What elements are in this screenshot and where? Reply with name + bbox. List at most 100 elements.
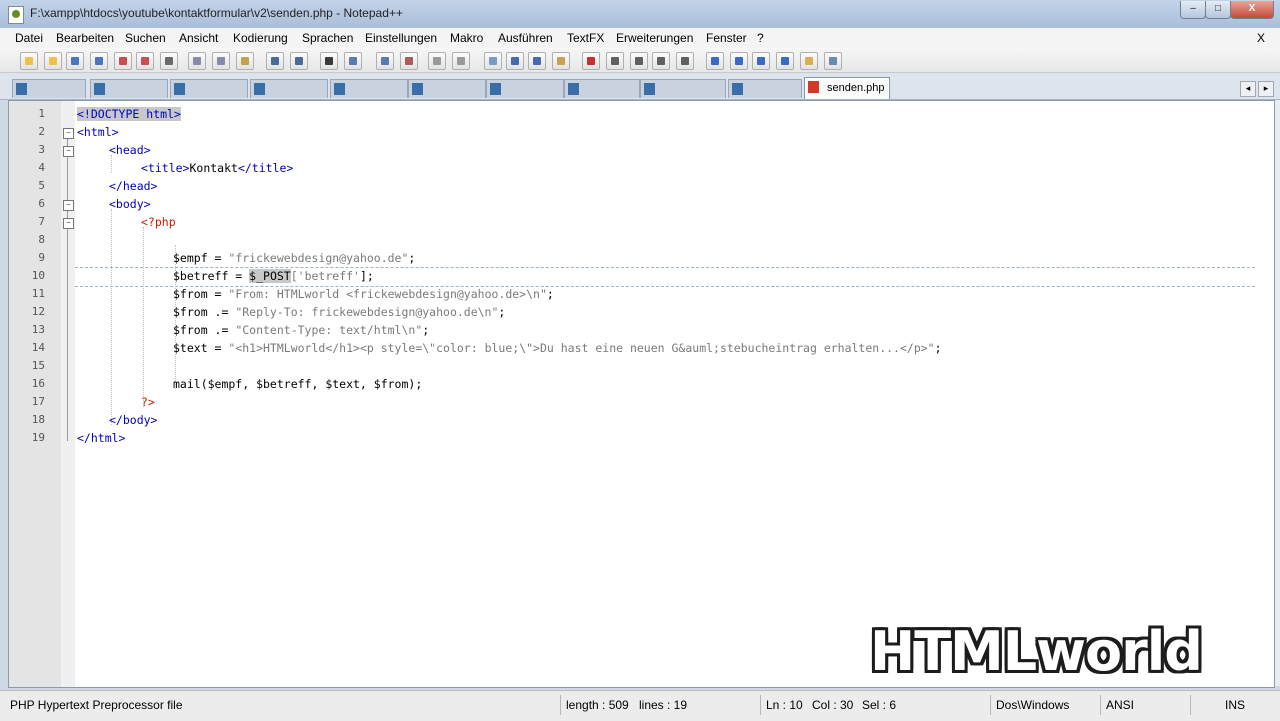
close-window-button[interactable]: X bbox=[1230, 1, 1274, 19]
fold-toggle-head[interactable]: − bbox=[63, 146, 74, 157]
tab-file-3[interactable] bbox=[170, 79, 248, 98]
user-language-icon[interactable] bbox=[552, 52, 570, 70]
line-number: 8 bbox=[38, 233, 45, 246]
line-number: 5 bbox=[38, 179, 45, 192]
fold-margin[interactable]: − − − − bbox=[61, 101, 75, 687]
code-line-14: $text = "<h1>HTMLworld</h1><p style=\"co… bbox=[173, 341, 942, 355]
tfx-icon-1[interactable] bbox=[706, 52, 724, 70]
save-all-icon[interactable] bbox=[90, 52, 108, 70]
undo-icon[interactable] bbox=[266, 52, 284, 70]
sync-horizontal-icon[interactable] bbox=[452, 52, 470, 70]
tab-senden-php[interactable]: senden.php bbox=[804, 77, 890, 99]
tab-file-2[interactable] bbox=[90, 79, 168, 98]
status-column: Col : 30 bbox=[812, 698, 854, 712]
menu-ansicht[interactable]: Ansicht bbox=[179, 31, 218, 45]
line-number-gutter: 1 2 3 4 5 6 7 8 9 10 11 12 13 14 15 16 17 18 19 bbox=[9, 101, 61, 687]
indent-guide bbox=[111, 209, 112, 425]
copy-icon[interactable] bbox=[212, 52, 230, 70]
menu-textfx[interactable]: TextFX bbox=[567, 31, 604, 45]
line-number: 6 bbox=[38, 197, 45, 210]
redo-icon[interactable] bbox=[290, 52, 308, 70]
tab-scroll-left-button[interactable]: ◂ bbox=[1240, 81, 1256, 97]
replace-icon[interactable] bbox=[344, 52, 362, 70]
menu-erweiterungen[interactable]: Erweiterungen bbox=[616, 31, 693, 45]
tab-file-4[interactable] bbox=[250, 79, 328, 98]
menu-kodierung[interactable]: Kodierung bbox=[233, 31, 288, 45]
maximize-button[interactable]: □ bbox=[1205, 1, 1231, 19]
tab-bar: senden.php bbox=[0, 73, 1280, 100]
menu-bearbeiten[interactable]: Bearbeiten bbox=[56, 31, 114, 45]
status-encoding: ANSI bbox=[1106, 698, 1135, 712]
sync-vertical-icon[interactable] bbox=[428, 52, 446, 70]
find-icon[interactable] bbox=[320, 52, 338, 70]
zoom-in-icon[interactable] bbox=[376, 52, 394, 70]
menu-ausfuehren[interactable]: Ausführen bbox=[498, 31, 553, 45]
tab-file-10[interactable] bbox=[728, 79, 802, 98]
word-wrap-icon[interactable] bbox=[484, 52, 502, 70]
window-title: F:\xampp\htdocs\youtube\kontaktformular\… bbox=[30, 6, 403, 20]
tab-file-7[interactable] bbox=[486, 79, 564, 98]
minimize-button[interactable]: – bbox=[1180, 1, 1206, 19]
line-number: 14 bbox=[31, 341, 45, 354]
modified-file-icon bbox=[808, 81, 819, 93]
file-icon bbox=[412, 83, 423, 95]
status-eol: Dos\Windows bbox=[996, 698, 1070, 712]
status-separator bbox=[760, 695, 761, 715]
close-icon[interactable] bbox=[114, 52, 132, 70]
close-all-icon[interactable] bbox=[136, 52, 154, 70]
menu-makro[interactable]: Makro bbox=[450, 31, 483, 45]
file-icon bbox=[568, 83, 579, 95]
cut-icon[interactable] bbox=[188, 52, 206, 70]
code-area[interactable]: <!DOCTYPE html> <html> <head> <title>Kon… bbox=[75, 101, 1255, 687]
open-file-icon[interactable] bbox=[44, 52, 62, 70]
spellcheck-icon[interactable] bbox=[824, 52, 842, 70]
tfx-icon-4[interactable] bbox=[776, 52, 794, 70]
file-icon bbox=[94, 83, 105, 95]
status-filetype: PHP Hypertext Preprocessor file bbox=[10, 698, 183, 712]
status-insert-mode: INS bbox=[1225, 698, 1246, 712]
tab-scroll-right-button[interactable]: ▸ bbox=[1258, 81, 1274, 97]
status-length: length : 509 bbox=[566, 698, 629, 712]
paste-icon[interactable] bbox=[236, 52, 254, 70]
play-macro-icon[interactable] bbox=[630, 52, 648, 70]
menu-suchen[interactable]: Suchen bbox=[125, 31, 166, 45]
save-icon[interactable] bbox=[66, 52, 84, 70]
indent-guide-icon[interactable] bbox=[528, 52, 546, 70]
editor[interactable]: 1 2 3 4 5 6 7 8 9 10 11 12 13 14 15 16 17 18 19 − − − − <!… bbox=[8, 100, 1275, 688]
toolbar bbox=[0, 48, 1280, 73]
tfx-icon-2[interactable] bbox=[730, 52, 748, 70]
tab-file-1[interactable] bbox=[12, 79, 86, 98]
print-icon[interactable] bbox=[160, 52, 178, 70]
vertical-scrollbar[interactable] bbox=[1275, 100, 1280, 686]
new-file-icon[interactable] bbox=[20, 52, 38, 70]
tab-file-6[interactable] bbox=[408, 79, 486, 98]
line-number: 1 bbox=[38, 107, 45, 120]
menu-help[interactable]: ? bbox=[757, 31, 764, 45]
fold-toggle-php[interactable]: − bbox=[63, 218, 74, 229]
menu-bar: Datei Bearbeiten Suchen Ansicht Kodierun… bbox=[0, 28, 1280, 49]
tab-file-5[interactable] bbox=[330, 79, 408, 98]
title-bar: F:\xampp\htdocs\youtube\kontaktformular\… bbox=[0, 0, 1280, 28]
menu-datei[interactable]: Datei bbox=[15, 31, 43, 45]
file-icon bbox=[644, 83, 655, 95]
menu-einstellungen[interactable]: Einstellungen bbox=[365, 31, 437, 45]
play-multiple-icon[interactable] bbox=[652, 52, 670, 70]
tab-file-8[interactable] bbox=[564, 79, 640, 98]
stop-record-icon[interactable] bbox=[606, 52, 624, 70]
close-document-button[interactable]: X bbox=[1257, 31, 1265, 45]
code-line-1: <!DOCTYPE html> bbox=[77, 107, 181, 121]
line-number: 11 bbox=[31, 287, 45, 300]
tfx-icon-3[interactable] bbox=[752, 52, 770, 70]
zoom-out-icon[interactable] bbox=[400, 52, 418, 70]
menu-fenster[interactable]: Fenster bbox=[706, 31, 747, 45]
show-all-chars-icon[interactable] bbox=[506, 52, 524, 70]
menu-sprachen[interactable]: Sprachen bbox=[302, 31, 353, 45]
tab-file-9[interactable] bbox=[640, 79, 726, 98]
status-separator bbox=[1190, 695, 1191, 715]
save-macro-icon[interactable] bbox=[676, 52, 694, 70]
fold-toggle-body[interactable]: − bbox=[63, 200, 74, 211]
record-macro-icon[interactable] bbox=[582, 52, 600, 70]
code-line-6: <body> bbox=[109, 197, 151, 211]
fold-toggle-html[interactable]: − bbox=[63, 128, 74, 139]
folder-icon[interactable] bbox=[800, 52, 818, 70]
